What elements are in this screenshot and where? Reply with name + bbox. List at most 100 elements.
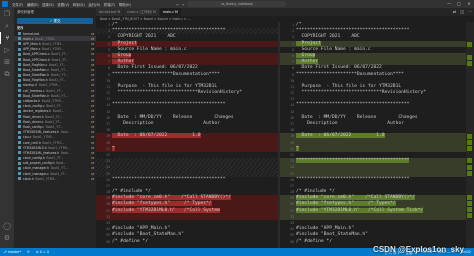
line-number: 36 bbox=[290, 239, 294, 244]
code-text: * bbox=[296, 145, 299, 151]
account-icon[interactable]: ◯ bbox=[0, 220, 14, 232]
code-text: ****************************************… bbox=[112, 28, 226, 34]
file-icon bbox=[18, 172, 21, 176]
menu-item[interactable]: 文件(F) bbox=[12, 2, 23, 7]
file-icon bbox=[18, 141, 21, 145]
status-item[interactable]: ⟳ bbox=[24, 250, 33, 254]
menu-item[interactable]: 帮助(H) bbox=[119, 2, 131, 7]
menu-item[interactable]: 终端(T) bbox=[104, 2, 116, 7]
more-actions-icon[interactable]: ⋯ bbox=[466, 8, 474, 16]
file-icon bbox=[18, 151, 21, 155]
tab-format-bat[interactable]: format.bat M bbox=[96, 8, 125, 16]
file-icon bbox=[18, 146, 21, 150]
list-item[interactable]: clock.h Boot1_YTM5... M bbox=[14, 176, 96, 181]
code-text: Group bbox=[296, 52, 316, 58]
file-icon bbox=[18, 94, 21, 98]
file-name: cpu.c bbox=[23, 135, 32, 140]
status-item[interactable]: ⊗ 0 ⚠ 0 bbox=[33, 250, 52, 254]
file-name: Boot_StateMan.h bbox=[23, 73, 50, 78]
file-status-badge: M bbox=[91, 62, 94, 67]
diff-original-pane[interactable]: 1/* 2 ************************************… bbox=[96, 22, 278, 248]
file-status-badge: M bbox=[91, 36, 94, 41]
files-icon[interactable]: ❐ bbox=[0, 8, 14, 20]
file-name: Boot_StateMan.c bbox=[23, 67, 50, 72]
menu-item[interactable]: 查看(V) bbox=[57, 2, 69, 7]
settings-gear-icon[interactable]: ⚙ bbox=[0, 232, 14, 244]
code-text: #include "YTM32B1ML0.h" /*Call System bbox=[112, 207, 220, 213]
maximize-icon[interactable]: □ bbox=[454, 0, 464, 8]
code-text: ****************************************… bbox=[112, 102, 226, 108]
code-text: Purpose - This file is for YTM32B1L bbox=[296, 83, 402, 89]
file-path: Boot1_YT... bbox=[44, 119, 62, 124]
file-path: Boot1_YT... bbox=[46, 156, 64, 161]
file-path: Boot... bbox=[56, 161, 67, 166]
open-changes-icon[interactable]: ⇄ bbox=[451, 8, 458, 16]
file-name: flash_driver.h bbox=[23, 114, 44, 119]
file-status-badge: M bbox=[91, 88, 94, 93]
code-text: /* #include */ bbox=[296, 189, 335, 195]
file-icon bbox=[18, 63, 21, 67]
file-icon bbox=[18, 32, 21, 36]
file-icon bbox=[18, 166, 21, 170]
diff-overview-ruler[interactable] bbox=[466, 22, 474, 248]
file-icon bbox=[18, 177, 21, 181]
file-path: Boot... bbox=[60, 130, 71, 135]
code-line[interactable]: 36/* #define */ bbox=[96, 239, 278, 245]
tab-main-c-diff[interactable]: main.c M bbox=[159, 8, 182, 16]
code-text: #include "Boot_StateMan.h" bbox=[112, 232, 184, 238]
file-icon bbox=[18, 37, 21, 41]
status-item[interactable]: ⎇ master* bbox=[0, 250, 24, 254]
file-path: Boot1_YTM5... bbox=[38, 83, 61, 88]
remote-icon[interactable]: ⧉ bbox=[0, 68, 14, 80]
file-icon bbox=[18, 125, 21, 129]
file-icon bbox=[18, 42, 21, 46]
file-name: clock_manager.h bbox=[23, 166, 50, 171]
menu-item[interactable]: 运行(R) bbox=[88, 2, 100, 7]
file-status-badge: M bbox=[91, 73, 94, 78]
file-icon bbox=[18, 99, 21, 103]
file-name: main.c bbox=[23, 36, 34, 41]
run-debug-icon[interactable]: ▷ bbox=[0, 44, 14, 56]
watermark: CSDN @Explos1on_sky bbox=[373, 245, 464, 254]
menu-item[interactable]: 转到(G) bbox=[73, 2, 85, 7]
file-path: Boot1_YTM5... bbox=[42, 41, 65, 46]
code-text: ****************************************… bbox=[296, 158, 410, 164]
file-status-badge: M bbox=[91, 57, 94, 62]
ruler-change-mark bbox=[467, 54, 472, 60]
command-center[interactable]: ss_theory_notebook bbox=[188, 1, 286, 7]
file-path: Boot1... bbox=[52, 109, 65, 114]
commit-button[interactable]: ✓ 提交 bbox=[17, 18, 93, 24]
nav-arrows[interactable]: ← → bbox=[176, 2, 184, 7]
menu-item[interactable]: 选择(S) bbox=[42, 2, 54, 7]
file-name: clock_config.h bbox=[23, 156, 45, 161]
file-icon bbox=[18, 104, 21, 108]
minimize-icon[interactable]: — bbox=[444, 0, 454, 8]
menu-item[interactable]: 编辑(E) bbox=[27, 2, 39, 7]
file-status-badge: M bbox=[91, 31, 94, 36]
file-status-badge: M bbox=[91, 130, 94, 135]
tab-main-c-worktree[interactable]: main.c (工作树) M bbox=[124, 8, 160, 16]
code-text: #include "Boot_StateMan.h" bbox=[296, 232, 368, 238]
file-path: Boot1_YTM5... bbox=[41, 99, 64, 104]
extensions-icon[interactable]: ⊞ bbox=[0, 56, 14, 68]
editor-tabs: format.bat M main.c (工作树) M main.c M ⇄ ◫… bbox=[96, 8, 474, 16]
file-name: Boot_APPCheck.h bbox=[23, 57, 50, 62]
file-name: clock_config.c bbox=[23, 104, 45, 109]
ruler-change-mark bbox=[467, 201, 472, 207]
code-text: **********************Documentation**** bbox=[296, 71, 404, 77]
vscode-logo-icon bbox=[2, 1, 8, 7]
close-icon[interactable]: ✕ bbox=[464, 0, 474, 8]
search-icon[interactable]: ⌕ bbox=[0, 20, 14, 32]
code-line[interactable]: 36/* #define */ bbox=[280, 239, 466, 245]
file-name: Boot_FlagMan.c bbox=[23, 62, 48, 67]
file-path: Boot1_YT... bbox=[46, 104, 64, 109]
split-editor-icon[interactable]: ◫ bbox=[458, 8, 466, 16]
file-icon bbox=[18, 73, 21, 77]
file-icon bbox=[18, 161, 21, 165]
source-control-icon[interactable]: ⑂ bbox=[0, 32, 14, 44]
diff-modified-pane[interactable]: 1/* 2 ************************************… bbox=[280, 22, 466, 248]
code-text: ****************************************… bbox=[296, 102, 410, 108]
code-text: Source File Name : main.c bbox=[296, 46, 371, 52]
ruler-change-mark bbox=[467, 213, 472, 219]
file-status-badge: M bbox=[91, 171, 94, 176]
